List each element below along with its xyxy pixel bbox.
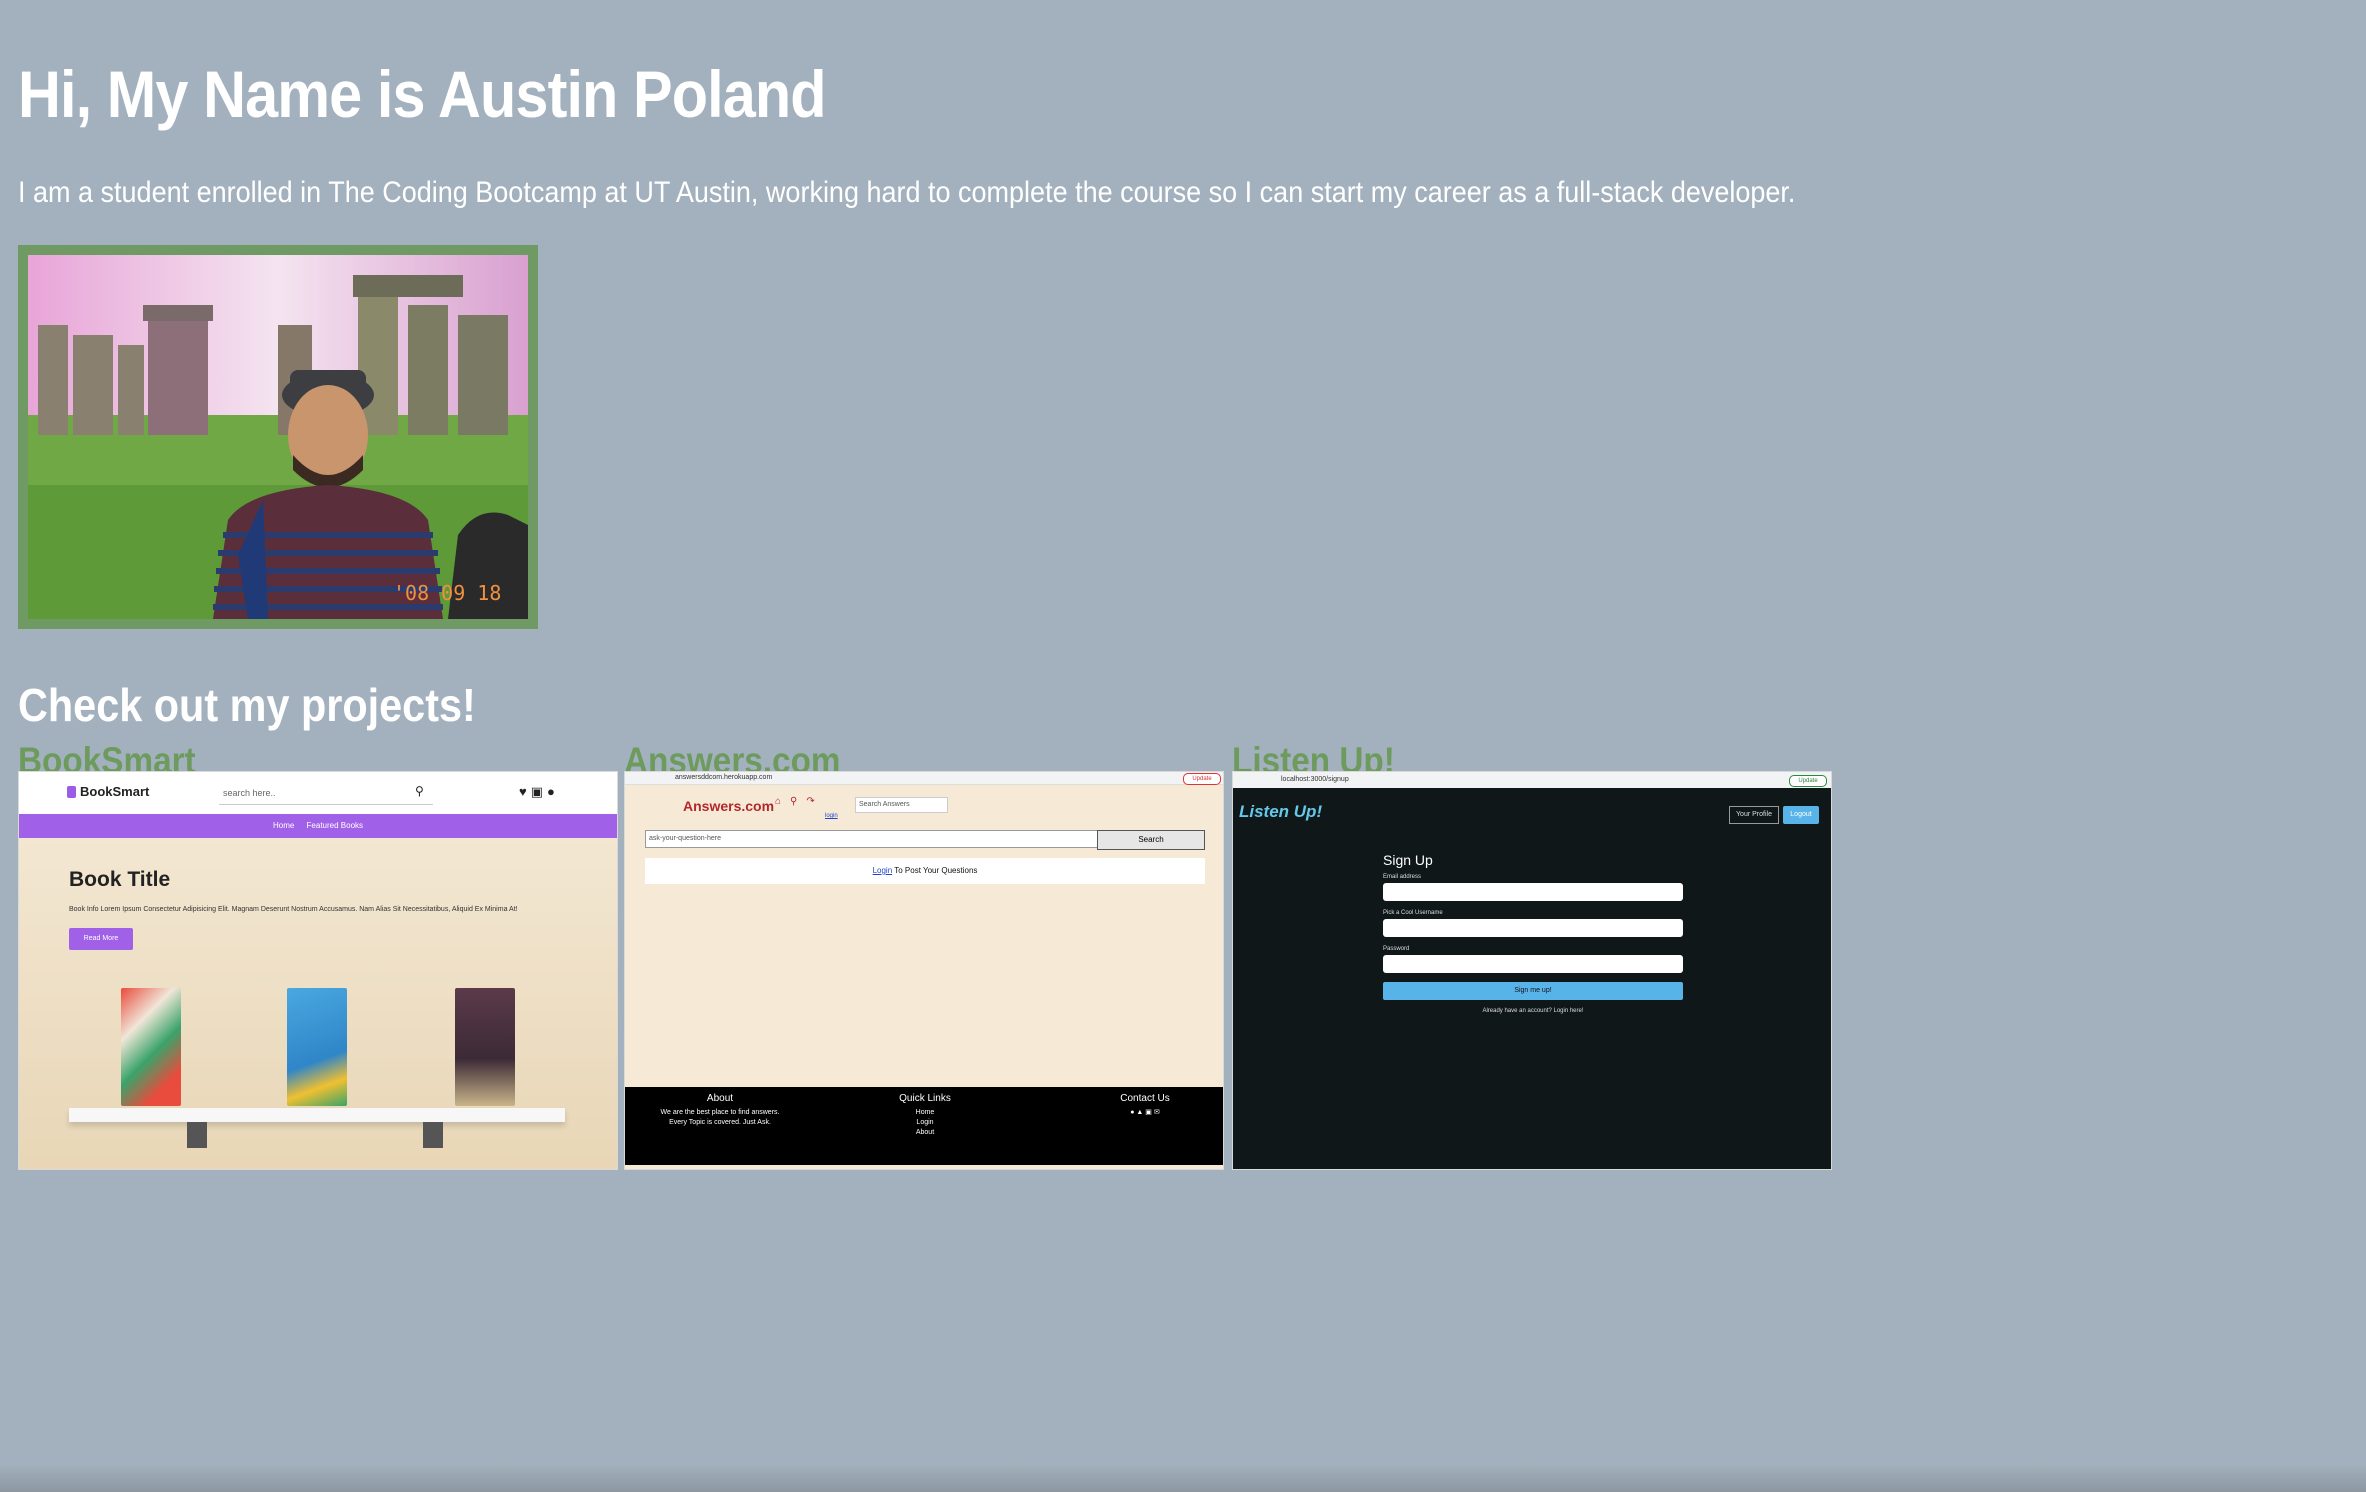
booksmart-hero: Book Title Book Info Lorem Ipsum Consect… — [19, 838, 617, 1169]
answers-footer-about-text-2: Every Topic is covered. Just Ask. — [669, 1119, 771, 1126]
answers-header: Answers.com ⌂⚲↷ login Search Answers — [625, 785, 1223, 825]
answers-search-input: Search Answers — [855, 797, 948, 813]
booksmart-book-title: Book Title — [69, 868, 171, 891]
photo-date-stamp: '08 09 18 — [393, 581, 501, 605]
booksmart-shelf-bracket — [423, 1122, 443, 1148]
listen-up-form-title: Sign Up — [1383, 852, 1433, 868]
listen-up-password-field — [1383, 955, 1683, 973]
answers-login-link-small: login — [825, 813, 838, 819]
answers-footer-links-heading: Quick Links — [899, 1093, 951, 1104]
page-title: Hi, My Name is Austin Poland — [18, 57, 827, 131]
listen-up-logout-button: Logout — [1783, 806, 1819, 824]
answers-footer: About We are the best place to find answ… — [625, 1087, 1223, 1165]
booksmart-shelf-bracket — [187, 1122, 207, 1148]
answers-nav-icons: ⌂⚲↷ — [775, 796, 824, 807]
booksmart-nav-featured: Featured Books — [306, 821, 364, 830]
listen-up-username-field — [1383, 919, 1683, 937]
booksmart-logo: BookSmart — [67, 784, 149, 799]
booksmart-search-input: search here.. — [219, 782, 433, 805]
project-screenshot-listen-up[interactable]: localhost:3000/signup Update Listen Up! … — [1232, 771, 1832, 1170]
listen-up-password-label: Password — [1383, 946, 1410, 952]
cart-icon: ▣ — [530, 784, 548, 799]
listen-up-browser-bar: localhost:3000/signup Update — [1233, 772, 1831, 788]
answers-search-button: Search — [1097, 830, 1205, 850]
answers-footer-about-heading: About — [706, 1093, 734, 1104]
answers-footer-contact-heading: Contact Us — [1120, 1093, 1170, 1104]
booksmart-book-cover-1 — [121, 988, 181, 1106]
answers-footer-about: About We are the best place to find answ… — [635, 1093, 805, 1128]
listen-up-signup-form: Sign Up Email address Pick a Cool Userna… — [1383, 852, 1683, 1014]
answers-question-input: ask-your-question-here — [645, 830, 1098, 848]
answers-login-link: Login — [872, 866, 893, 875]
project-screenshot-answers[interactable]: answersddcom.herokuapp.com Update Answer… — [624, 771, 1224, 1170]
answers-footer-link-about: About — [915, 1129, 935, 1136]
home-icon: ⌂ — [775, 796, 791, 807]
portfolio-page: Hi, My Name is Austin Poland I am a stud… — [0, 0, 2366, 1492]
window-bottom-edge — [0, 1464, 2366, 1492]
answers-browser-bar: answersddcom.herokuapp.com Update — [625, 772, 1223, 785]
booksmart-book-info: Book Info Lorem Ipsum Consectetur Adipis… — [69, 906, 518, 913]
projects-heading: Check out my projects! — [18, 679, 476, 731]
booksmart-header: BookSmart search here.. ⚲ ♥▣● — [19, 772, 617, 814]
answers-login-card: Login To Post Your Questions — [645, 858, 1205, 884]
profile-photo-frame: '08 09 18 — [18, 245, 538, 629]
listen-up-url: localhost:3000/signup — [1281, 776, 1349, 783]
answers-footer-contact: Contact Us ● ▲ ▣ ✉ — [1085, 1093, 1205, 1118]
answers-update-badge: Update — [1183, 773, 1221, 785]
answers-footer-links: Quick Links Home Login About — [875, 1093, 975, 1138]
booksmart-nav-home: Home — [272, 821, 295, 830]
answers-url: answersddcom.herokuapp.com — [675, 774, 773, 781]
listen-up-login-prompt: Already have an account? Login here! — [1482, 1008, 1584, 1014]
profile-photo-image: '08 09 18 — [28, 255, 528, 619]
listen-up-signup-button: Sign me up! — [1383, 982, 1683, 1000]
booksmart-nav: Home Featured Books — [19, 814, 617, 838]
logout-icon: ↷ — [806, 796, 824, 807]
listen-up-email-field — [1383, 883, 1683, 901]
project-screenshot-booksmart[interactable]: BookSmart search here.. ⚲ ♥▣● Home Featu… — [18, 771, 618, 1170]
listen-up-profile-button: Your Profile — [1729, 806, 1779, 824]
answers-footer-social-icons: ● ▲ ▣ ✉ — [1130, 1109, 1160, 1116]
listen-up-brand: Listen Up! — [1239, 802, 1323, 821]
answers-footer-link-home: Home — [915, 1109, 935, 1116]
booksmart-book-cover-3 — [455, 988, 515, 1106]
search-icon: ⚲ — [790, 796, 807, 807]
heart-icon: ♥ — [519, 784, 531, 799]
booksmart-header-icons: ♥▣● — [519, 784, 559, 800]
user-icon: ● — [547, 784, 559, 799]
booksmart-shelf — [69, 1108, 565, 1122]
answers-footer-link-login: Login — [916, 1119, 934, 1126]
intro-text: I am a student enrolled in The Coding Bo… — [18, 176, 1796, 209]
answers-login-prompt: To Post Your Questions — [892, 866, 978, 875]
listen-up-update-badge: Update — [1789, 775, 1827, 787]
listen-up-username-label: Pick a Cool Username — [1383, 910, 1443, 916]
booksmart-book-cover-2 — [287, 988, 347, 1106]
booksmart-read-more-button: Read More — [69, 928, 133, 950]
profile-photo: '08 09 18 — [28, 255, 528, 619]
answers-footer-about-text-1: We are the best place to find answers. — [660, 1109, 780, 1116]
search-icon: ⚲ — [415, 784, 424, 798]
answers-brand: Answers.com — [683, 798, 775, 814]
listen-up-email-label: Email address — [1383, 874, 1422, 880]
